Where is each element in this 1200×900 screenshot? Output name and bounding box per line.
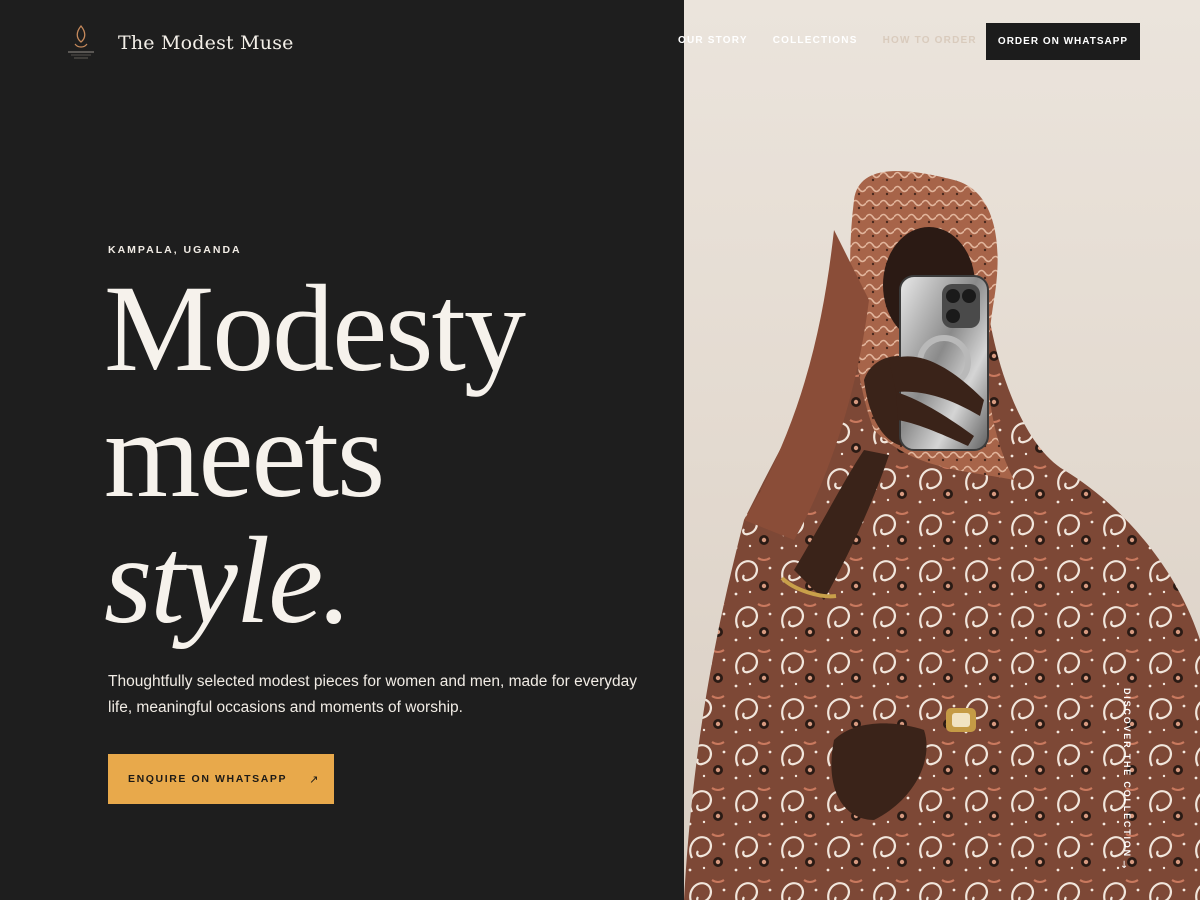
cta-label: ENQUIRE ON WHATSAPP	[128, 773, 288, 785]
hero-headline: Modesty meets style.	[104, 260, 526, 649]
modest-muse-logo-icon	[62, 22, 100, 64]
order-on-whatsapp-button[interactable]: ORDER ON WHATSAPP	[986, 23, 1140, 60]
nav-link-collections[interactable]: COLLECTIONS	[773, 35, 858, 47]
nav-link-how-to-order[interactable]: HOW TO ORDER	[883, 35, 977, 47]
arrow-down-icon: ↓	[1120, 860, 1129, 871]
site-header: The Modest Muse OUR STORY COLLECTIONS HO…	[0, 0, 1200, 84]
discover-collection-link[interactable]: DISCOVER THE COLLECTION ↓	[1118, 688, 1134, 878]
enquire-on-whatsapp-button[interactable]: ENQUIRE ON WHATSAPP ↗	[108, 754, 334, 804]
brand[interactable]: The Modest Muse	[62, 22, 294, 64]
headline-line-1: Modesty	[104, 260, 526, 397]
hero-description: Thoughtfully selected modest pieces for …	[108, 673, 637, 716]
arrow-up-right-icon: ↗	[309, 772, 319, 786]
nav-link-our-story[interactable]: OUR STORY	[678, 35, 748, 47]
brand-name: The Modest Muse	[118, 32, 294, 54]
scroll-cue-label: DISCOVER THE COLLECTION	[1122, 688, 1132, 858]
headline-line-3: style.	[104, 512, 352, 649]
headline-line-2: meets	[104, 386, 385, 523]
landing-page: The Modest Muse OUR STORY COLLECTIONS HO…	[0, 0, 1200, 900]
main-nav: OUR STORY COLLECTIONS HOW TO ORDER	[678, 35, 1002, 47]
location-eyebrow: KAMPALA, UGANDA	[108, 244, 242, 256]
